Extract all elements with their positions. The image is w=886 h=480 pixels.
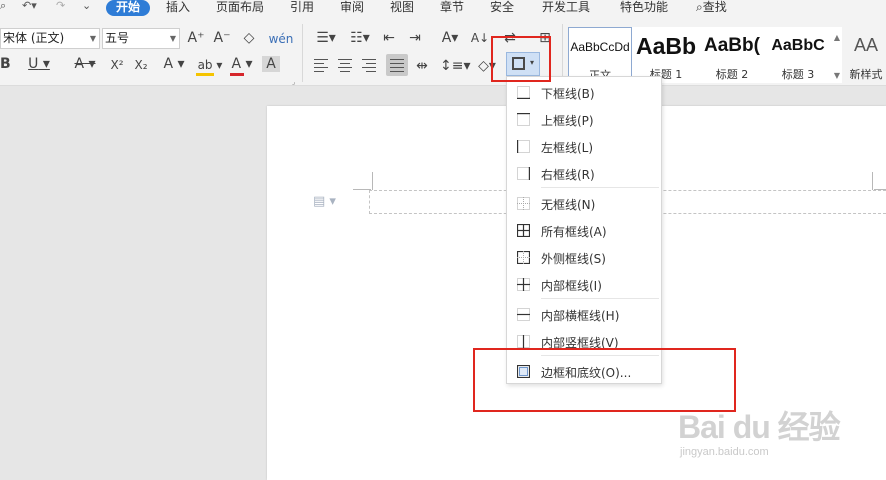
font-dialog-launcher-icon[interactable]: ⌟ — [292, 78, 295, 86]
menu-separator — [541, 298, 659, 299]
ribbon: 宋体 (正文) ▼ 五号 ▼ A⁺ A⁻ ◇ wén B U ▾ A ▾ X² … — [0, 18, 886, 86]
sort-icon[interactable]: A↓ — [470, 30, 490, 46]
shrink-font-icon[interactable]: A⁻ — [212, 30, 232, 46]
style-heading-1[interactable]: AaBb 标题 1 — [634, 27, 698, 83]
bullet-list-icon[interactable]: ☰▾ — [312, 30, 340, 46]
increase-indent-icon[interactable]: ⇥ — [406, 30, 424, 46]
font-size-select[interactable]: 五号 ▼ — [102, 28, 180, 49]
clear-format-icon[interactable]: ◇ — [240, 30, 258, 46]
border-inside-icon — [517, 278, 530, 291]
border-inside-vertical-icon — [517, 335, 530, 348]
document-outline-icon[interactable]: ▤ ▾ — [313, 194, 336, 209]
menu-item-bottom-border[interactable]: 下框线(B) — [507, 80, 661, 105]
line-spacing-icon[interactable]: ↕≡▾ — [440, 58, 471, 74]
style-heading-2[interactable]: AaBb( 标题 2 — [700, 27, 764, 83]
search-command[interactable]: ⌕查找 — [696, 0, 727, 16]
undo-icon[interactable]: ↶▾ — [22, 0, 37, 14]
strikethrough-icon[interactable]: A ▾ — [70, 56, 100, 72]
tab-page-layout[interactable]: 页面布局 — [216, 0, 264, 16]
menu-item-left-border[interactable]: 左框线(L) — [507, 134, 661, 159]
align-left-icon[interactable] — [312, 56, 330, 74]
styles-gallery: AaBbCcDd 正文 AaBb 标题 1 AaBb( 标题 2 AaBbC 标… — [568, 27, 842, 83]
border-top-icon — [517, 113, 530, 126]
distribute-icon[interactable]: ⇹ — [412, 58, 432, 74]
font-name-select[interactable]: 宋体 (正文) ▼ — [0, 28, 100, 49]
decrease-indent-icon[interactable]: ⇤ — [380, 30, 398, 46]
border-none-icon — [517, 197, 530, 210]
tab-review[interactable]: 审阅 — [340, 0, 364, 16]
justify-icon[interactable] — [386, 54, 408, 76]
highlight-color-icon[interactable]: ab ▾ — [194, 57, 226, 73]
phonetic-guide-icon[interactable]: wén — [266, 31, 296, 47]
border-dropdown-menu: 下框线(B) 上框线(P) 左框线(L) 右框线(R) 无框线(N) 所有框线(… — [506, 76, 662, 384]
crop-mark — [372, 172, 373, 190]
tab-view[interactable]: 视图 — [390, 0, 414, 16]
magnifier-icon: ⌕ — [696, 0, 703, 14]
gallery-more-icon[interactable]: ▼ — [832, 68, 842, 84]
tab-developer[interactable]: 开发工具 — [542, 0, 590, 16]
numbered-list-icon[interactable]: ☷▾ — [346, 30, 374, 46]
subscript-icon[interactable]: X₂ — [130, 57, 152, 73]
tab-home[interactable]: 开始 — [106, 0, 151, 16]
customize-chevron-icon[interactable]: ⌄ — [82, 0, 91, 14]
group-separator — [562, 24, 563, 82]
menu-separator — [541, 187, 659, 188]
style-heading-3[interactable]: AaBbC 标题 3 — [766, 27, 830, 83]
border-bottom-icon — [517, 86, 530, 99]
superscript-icon[interactable]: X² — [106, 57, 128, 73]
group-separator — [302, 24, 303, 82]
border-inside-horizontal-icon — [517, 308, 530, 321]
align-center-icon[interactable] — [336, 56, 354, 74]
style-normal[interactable]: AaBbCcDd 正文 — [568, 27, 632, 83]
menu-item-top-border[interactable]: 上框线(P) — [507, 107, 661, 132]
border-all-icon — [517, 224, 530, 237]
new-style-button[interactable]: AA 新样式 — [846, 27, 886, 83]
menu-item-inside-horizontal-border[interactable]: 内部横框线(H) — [507, 302, 661, 327]
chevron-down-icon: ▼ — [89, 34, 96, 43]
menu-item-right-border[interactable]: 右框线(R) — [507, 161, 661, 186]
menu-item-outside-borders[interactable]: 外侧框线(S) — [507, 245, 661, 270]
chevron-down-icon: ▼ — [169, 34, 176, 43]
font-color-bar — [230, 73, 244, 76]
annotation-highlight-border-button — [491, 36, 551, 82]
menu-item-inside-borders[interactable]: 内部框线(I) — [507, 272, 661, 297]
border-outside-icon — [517, 251, 530, 264]
gallery-scroll-up-icon[interactable]: ▲ — [832, 30, 842, 46]
tab-special-features[interactable]: 特色功能 — [620, 0, 668, 16]
grow-font-icon[interactable]: A⁺ — [186, 30, 206, 46]
menu-item-all-borders[interactable]: 所有框线(A) — [507, 218, 661, 243]
character-shading-icon[interactable]: A — [262, 56, 280, 72]
tab-security[interactable]: 安全 — [490, 0, 514, 16]
underline-icon[interactable]: U ▾ — [24, 56, 54, 72]
tab-references[interactable]: 引用 — [290, 0, 314, 16]
tab-insert[interactable]: 插入 — [166, 0, 190, 16]
align-right-icon[interactable] — [360, 56, 378, 74]
watermark-brand: Bai du 经验 — [678, 409, 841, 445]
menu-bar: ⌕ ↶▾ ↷ ⌄ 开始 插入 页面布局 引用 审阅 视图 章节 安全 开发工具 … — [0, 0, 886, 18]
border-right-icon — [517, 167, 530, 180]
watermark-site: jingyan.baidu.com — [680, 446, 769, 458]
font-color-icon[interactable]: A ▾ — [228, 56, 256, 72]
crop-mark — [872, 172, 873, 190]
change-case-icon[interactable]: A▾ — [436, 30, 464, 46]
new-style-icon: AA — [853, 35, 878, 55]
border-left-icon — [517, 140, 530, 153]
text-effect-icon[interactable]: A ▾ — [160, 56, 188, 72]
menu-item-no-border[interactable]: 无框线(N) — [507, 191, 661, 216]
search-icon[interactable]: ⌕ — [0, 0, 6, 14]
highlight-color-bar — [196, 73, 214, 76]
bold-icon[interactable]: B — [0, 56, 11, 72]
baidu-jingyan-watermark: Bai du 经验 jingyan.baidu.com — [676, 402, 876, 472]
tab-chapter[interactable]: 章节 — [440, 0, 464, 16]
redo-icon[interactable]: ↷ — [56, 0, 65, 14]
